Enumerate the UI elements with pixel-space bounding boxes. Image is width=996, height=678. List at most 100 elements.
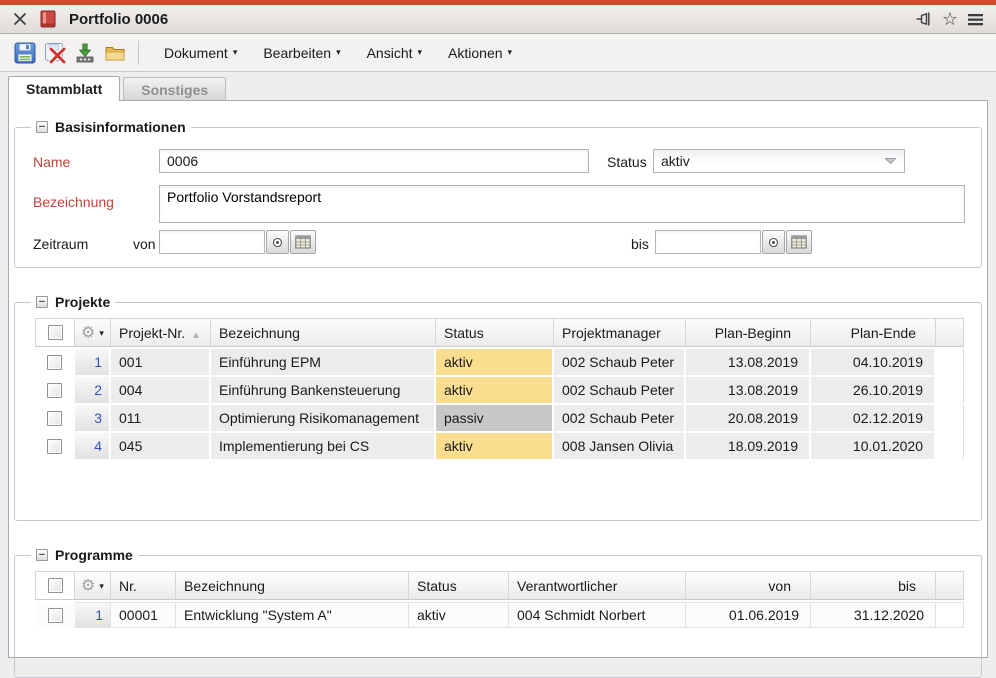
cell-bezeichnung: Einführung EPM xyxy=(211,349,436,375)
column-header-verantwortlicher[interactable]: Verantwortlicher xyxy=(509,571,686,600)
bis-label: bis xyxy=(631,236,649,252)
select-all-checkbox[interactable] xyxy=(48,578,63,593)
menu-aktionen[interactable]: Aktionen ▾ xyxy=(448,45,512,61)
projekte-table: ⚙▾ Projekt-Nr.▲ Bezeichnung Status Proje… xyxy=(35,316,964,461)
collapse-toggle-programme[interactable]: − xyxy=(36,549,48,561)
open-folder-button[interactable] xyxy=(100,39,130,66)
select-all-checkbox[interactable] xyxy=(48,325,63,340)
row-number-link[interactable]: 2 xyxy=(94,382,102,398)
name-label: Name xyxy=(33,154,70,170)
cell-projektmanager: 008 Jansen Olivia xyxy=(554,433,686,459)
discard-save-icon xyxy=(44,42,67,64)
hamburger-menu-icon xyxy=(967,11,984,27)
row-checkbox[interactable] xyxy=(47,439,62,454)
section-programme-legend: − Programme xyxy=(31,547,138,563)
import-icon xyxy=(74,42,96,64)
select-all-header xyxy=(35,318,75,347)
title-actions: ☆ xyxy=(915,10,984,28)
minus-icon: − xyxy=(39,122,45,132)
import-button[interactable] xyxy=(70,39,100,66)
today-icon xyxy=(767,236,780,249)
column-header-bezeichnung[interactable]: Bezeichnung xyxy=(176,571,409,600)
table-row[interactable]: 2 004 Einführung Bankensteuerung aktiv 0… xyxy=(35,377,964,403)
column-header-label: Projekt-Nr. xyxy=(119,325,185,341)
section-basisinformationen-title: Basisinformationen xyxy=(55,119,186,135)
collapse-toggle-basisinformationen[interactable]: − xyxy=(36,121,48,133)
column-header-plan-beginn[interactable]: Plan-Beginn xyxy=(686,318,811,347)
programme-table: ⚙▾ Nr. Bezeichnung Status Verantwortlich… xyxy=(35,569,964,630)
column-header-nr[interactable]: Nr. xyxy=(111,571,176,600)
menu-aktionen-label: Aktionen xyxy=(448,45,502,61)
cell-projekt-nr: 004 xyxy=(111,377,211,403)
window-menu-button[interactable] xyxy=(967,11,984,27)
table-actions-header[interactable]: ⚙▾ xyxy=(75,318,111,347)
discard-button[interactable] xyxy=(40,39,70,66)
menu-ansicht[interactable]: Ansicht ▾ xyxy=(367,45,422,61)
menu-dokument-label: Dokument xyxy=(164,45,228,61)
chevron-down-icon: ▾ xyxy=(233,48,238,57)
row-number-link[interactable]: 4 xyxy=(94,438,102,454)
cell-empty xyxy=(936,602,964,628)
row-number-link[interactable]: 3 xyxy=(94,410,102,426)
basisinformationen-form: Name Status aktiv Bezeichnung Portfolio … xyxy=(25,141,971,259)
cell-plan-beginn: 13.08.2019 xyxy=(686,349,811,375)
projekte-header-row: ⚙▾ Projekt-Nr.▲ Bezeichnung Status Proje… xyxy=(35,318,964,347)
tab-strip: Stammblatt Sonstiges xyxy=(8,76,226,101)
cell-plan-beginn: 13.08.2019 xyxy=(686,377,811,403)
collapse-toggle-projekte[interactable]: − xyxy=(36,296,48,308)
table-actions-header[interactable]: ⚙▾ xyxy=(75,571,111,600)
column-header-plan-ende[interactable]: Plan-Ende xyxy=(811,318,936,347)
menu-bearbeiten-label: Bearbeiten xyxy=(263,45,331,61)
minus-icon: − xyxy=(39,550,45,560)
column-header-projekt-nr[interactable]: Projekt-Nr.▲ xyxy=(111,318,211,347)
zeitraum-von-input[interactable] xyxy=(159,230,265,254)
close-icon xyxy=(12,11,28,27)
row-checkbox[interactable] xyxy=(47,383,62,398)
cell-plan-ende: 04.10.2019 xyxy=(811,349,936,375)
programme-table-area: ⚙▾ Nr. Bezeichnung Status Verantwortlich… xyxy=(25,569,971,669)
bezeichnung-label: Bezeichnung xyxy=(33,194,114,210)
tab-sonstiges[interactable]: Sonstiges xyxy=(123,77,226,101)
column-header-projektmanager[interactable]: Projektmanager xyxy=(554,318,686,347)
cell-empty xyxy=(936,405,964,431)
von-today-button[interactable] xyxy=(266,230,289,254)
section-projekte-legend: − Projekte xyxy=(31,294,115,310)
table-row[interactable]: 3 011 Optimierung Risikomanagement passi… xyxy=(35,405,964,431)
table-row[interactable]: 1 001 Einführung EPM aktiv 002 Schaub Pe… xyxy=(35,349,964,375)
chevron-down-icon: ▾ xyxy=(336,48,341,57)
close-button[interactable] xyxy=(12,11,28,27)
bezeichnung-textarea[interactable]: Portfolio Vorstandsreport xyxy=(159,185,965,223)
zeitraum-label: Zeitraum xyxy=(33,236,88,252)
status-badge: aktiv xyxy=(436,433,554,459)
favorite-button[interactable]: ☆ xyxy=(942,10,958,28)
cell-plan-beginn: 18.09.2019 xyxy=(686,433,811,459)
save-button[interactable] xyxy=(10,39,40,66)
cell-von: 01.06.2019 xyxy=(686,602,811,628)
chevron-down-icon: ▾ xyxy=(418,48,423,57)
table-row[interactable]: 1 00001 Entwicklung "System A" aktiv 004… xyxy=(35,602,964,628)
row-checkbox[interactable] xyxy=(48,608,63,623)
zeitraum-bis-input[interactable] xyxy=(655,230,761,254)
column-header-status[interactable]: Status xyxy=(409,571,509,600)
row-number-link[interactable]: 1 xyxy=(94,354,102,370)
pin-button[interactable] xyxy=(915,10,933,28)
column-header-von[interactable]: von xyxy=(686,571,811,600)
toolbar: Dokument ▾ Bearbeiten ▾ Ansicht ▾ Aktion… xyxy=(0,34,996,72)
column-header-bezeichnung[interactable]: Bezeichnung xyxy=(211,318,436,347)
chevron-down-icon: ▾ xyxy=(99,581,104,591)
menu-bearbeiten[interactable]: Bearbeiten ▾ xyxy=(263,45,340,61)
row-checkbox[interactable] xyxy=(47,355,62,370)
von-calendar-button[interactable] xyxy=(290,230,316,254)
column-header-bis[interactable]: bis xyxy=(811,571,936,600)
status-select[interactable]: aktiv xyxy=(653,149,905,173)
row-number-link[interactable]: 1 xyxy=(95,607,103,623)
table-row[interactable]: 4 045 Implementierung bei CS aktiv 008 J… xyxy=(35,433,964,459)
column-header-status[interactable]: Status xyxy=(436,318,554,347)
row-checkbox[interactable] xyxy=(47,411,62,426)
bis-today-button[interactable] xyxy=(762,230,785,254)
name-input[interactable] xyxy=(159,149,589,173)
column-header-empty xyxy=(936,318,964,347)
tab-stammblatt[interactable]: Stammblatt xyxy=(8,76,120,101)
bis-calendar-button[interactable] xyxy=(786,230,812,254)
menu-dokument[interactable]: Dokument ▾ xyxy=(164,45,237,61)
